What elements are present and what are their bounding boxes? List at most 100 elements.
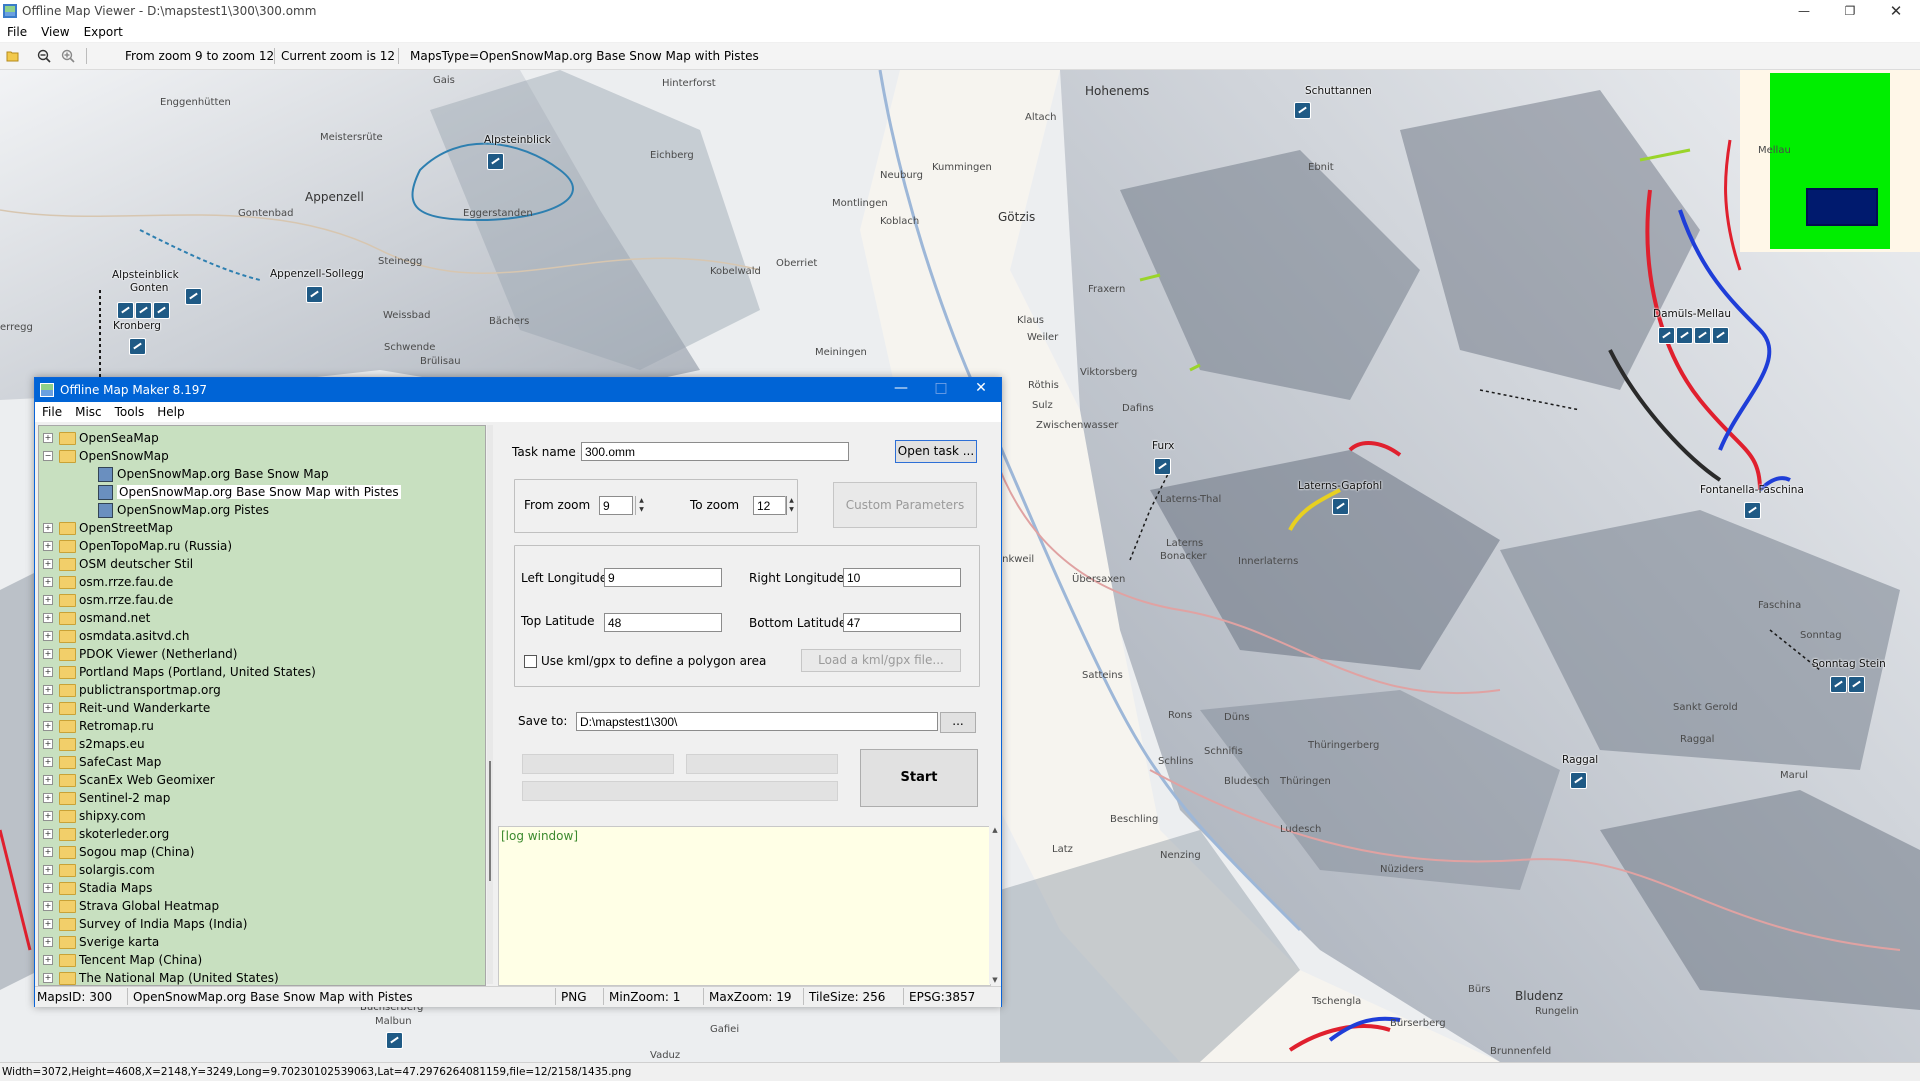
overview-viewport[interactable]: [1806, 188, 1878, 226]
ski-resort-icon[interactable]: [1570, 772, 1587, 789]
expand-icon[interactable]: +: [43, 757, 53, 767]
tree-item-folder[interactable]: + s2maps.eu: [39, 735, 479, 753]
ski-resort-icon[interactable]: [1154, 458, 1171, 475]
expand-icon[interactable]: +: [43, 559, 53, 569]
tree-item-folder[interactable]: + Stadia Maps: [39, 879, 479, 897]
expand-icon[interactable]: +: [43, 703, 53, 713]
tree-item-folder[interactable]: + osm.rrze.fau.de: [39, 591, 479, 609]
ski-resort-icon[interactable]: [1744, 502, 1761, 519]
log-scrollbar[interactable]: ▲ ▼: [989, 826, 1001, 984]
ski-resort-icon[interactable]: [487, 153, 504, 170]
ski-resort-icon[interactable]: [1294, 102, 1311, 119]
tree-item-folder[interactable]: + publictransportmap.org: [39, 681, 479, 699]
expand-icon[interactable]: +: [43, 883, 53, 893]
scrollbar-thumb[interactable]: [489, 761, 491, 881]
expand-icon[interactable]: +: [43, 433, 53, 443]
expand-icon[interactable]: +: [43, 901, 53, 911]
tree-item-folder[interactable]: + osmand.net: [39, 609, 479, 627]
dialog-menu-tools[interactable]: Tools: [108, 402, 151, 419]
tree-item-folder[interactable]: + SafeCast Map: [39, 753, 479, 771]
restore-button[interactable]: ❐: [1827, 0, 1873, 22]
ski-resort-icon[interactable]: [386, 1032, 403, 1049]
tree-item-folder[interactable]: + Survey of India Maps (India): [39, 915, 479, 933]
expand-icon[interactable]: +: [43, 595, 53, 605]
custom-parameters-button[interactable]: Custom Parameters: [833, 482, 977, 528]
tree-item-folder[interactable]: + PDOK Viewer (Netherland): [39, 645, 479, 663]
from-zoom-input[interactable]: [599, 496, 633, 515]
expand-icon[interactable]: +: [43, 829, 53, 839]
tree-item-folder[interactable]: + OpenStreetMap: [39, 519, 479, 537]
tree-item-map[interactable]: OpenSnowMap.org Pistes: [39, 501, 479, 519]
tree-item-map[interactable]: OpenSnowMap.org Base Snow Map with Piste…: [39, 483, 479, 501]
expand-icon[interactable]: +: [43, 775, 53, 785]
log-window[interactable]: [log window]: [498, 826, 991, 986]
expand-icon[interactable]: +: [43, 685, 53, 695]
ski-resort-icon[interactable]: [185, 288, 202, 305]
dialog-menu-misc[interactable]: Misc: [68, 402, 108, 419]
expand-icon[interactable]: +: [43, 847, 53, 857]
tree-item-folder[interactable]: + Reit-und Wanderkarte: [39, 699, 479, 717]
ski-resort-icon[interactable]: [129, 338, 146, 355]
dialog-maximize-button[interactable]: □: [921, 380, 961, 396]
zoom-in-icon[interactable]: [61, 49, 75, 63]
bottom-latitude-input[interactable]: [843, 613, 961, 632]
tree-item-folder[interactable]: + Strava Global Heatmap: [39, 897, 479, 915]
menu-export[interactable]: Export: [77, 23, 130, 39]
expand-icon[interactable]: +: [43, 955, 53, 965]
tree-item-folder[interactable]: + osmdata.asitvd.ch: [39, 627, 479, 645]
tree-item-folder[interactable]: + The National Map (United States): [39, 969, 479, 985]
tree-item-folder[interactable]: + OpenTopoMap.ru (Russia): [39, 537, 479, 555]
ski-resort-icon[interactable]: [1332, 498, 1349, 515]
tree-item-folder[interactable]: + skoterleder.org: [39, 825, 479, 843]
expand-icon[interactable]: +: [43, 811, 53, 821]
collapse-icon[interactable]: −: [43, 451, 53, 461]
expand-icon[interactable]: +: [43, 613, 53, 623]
kml-checkbox[interactable]: [524, 655, 537, 668]
menu-view[interactable]: View: [34, 23, 76, 39]
ski-resort-icon[interactable]: [1694, 327, 1711, 344]
ski-resort-icon[interactable]: [306, 286, 323, 303]
browse-button[interactable]: ...: [940, 712, 976, 733]
ski-resort-icon[interactable]: [1848, 676, 1865, 693]
to-zoom-input[interactable]: [753, 496, 787, 515]
ski-resort-icon[interactable]: [1830, 676, 1847, 693]
ski-resort-icon[interactable]: [117, 302, 134, 319]
top-latitude-input[interactable]: [604, 613, 722, 632]
tree-item-folder[interactable]: + osm.rrze.fau.de: [39, 573, 479, 591]
expand-icon[interactable]: +: [43, 631, 53, 641]
ski-resort-icon[interactable]: [135, 302, 152, 319]
dialog-titlebar[interactable]: Offline Map Maker 8.197 — □ ✕: [35, 378, 1001, 402]
minimize-button[interactable]: —: [1781, 0, 1827, 22]
expand-icon[interactable]: +: [43, 919, 53, 929]
expand-icon[interactable]: +: [43, 721, 53, 731]
dialog-menu-file[interactable]: File: [35, 402, 68, 419]
ski-resort-icon[interactable]: [1676, 327, 1693, 344]
tree-item-folder[interactable]: + Portland Maps (Portland, United States): [39, 663, 479, 681]
save-to-input[interactable]: [576, 712, 938, 731]
right-longitude-input[interactable]: [843, 568, 961, 587]
tree-item-folder[interactable]: − OpenSnowMap: [39, 447, 479, 465]
tree-item-folder[interactable]: + shipxy.com: [39, 807, 479, 825]
maps-tree[interactable]: + OpenSeaMap − OpenSnowMap OpenSnowMap.org B…: [38, 425, 486, 986]
dialog-minimize-button[interactable]: —: [881, 380, 921, 396]
zoom-out-icon[interactable]: [37, 49, 51, 63]
expand-icon[interactable]: +: [43, 541, 53, 551]
load-kml-button[interactable]: Load a kml/gpx file...: [801, 649, 961, 672]
expand-icon[interactable]: +: [43, 973, 53, 983]
open-task-button[interactable]: Open task ...: [895, 440, 977, 463]
tree-item-folder[interactable]: + Sverige karta: [39, 933, 479, 951]
expand-icon[interactable]: +: [43, 865, 53, 875]
menu-file[interactable]: File: [0, 23, 34, 39]
task-name-input[interactable]: [581, 442, 849, 461]
tree-item-folder[interactable]: + ScanEx Web Geomixer: [39, 771, 479, 789]
tree-item-map[interactable]: OpenSnowMap.org Base Snow Map: [39, 465, 479, 483]
scroll-up-icon[interactable]: ▲: [989, 826, 1001, 834]
ski-resort-icon[interactable]: [1658, 327, 1675, 344]
ski-resort-icon[interactable]: [153, 302, 170, 319]
tree-item-folder[interactable]: + OpenSeaMap: [39, 429, 479, 447]
tree-item-folder[interactable]: + Sogou map (China): [39, 843, 479, 861]
tree-item-folder[interactable]: + Tencent Map (China): [39, 951, 479, 969]
overview-minimap[interactable]: [1740, 70, 1920, 252]
scroll-down-icon[interactable]: ▼: [989, 976, 1001, 984]
dialog-menu-help[interactable]: Help: [150, 402, 190, 419]
